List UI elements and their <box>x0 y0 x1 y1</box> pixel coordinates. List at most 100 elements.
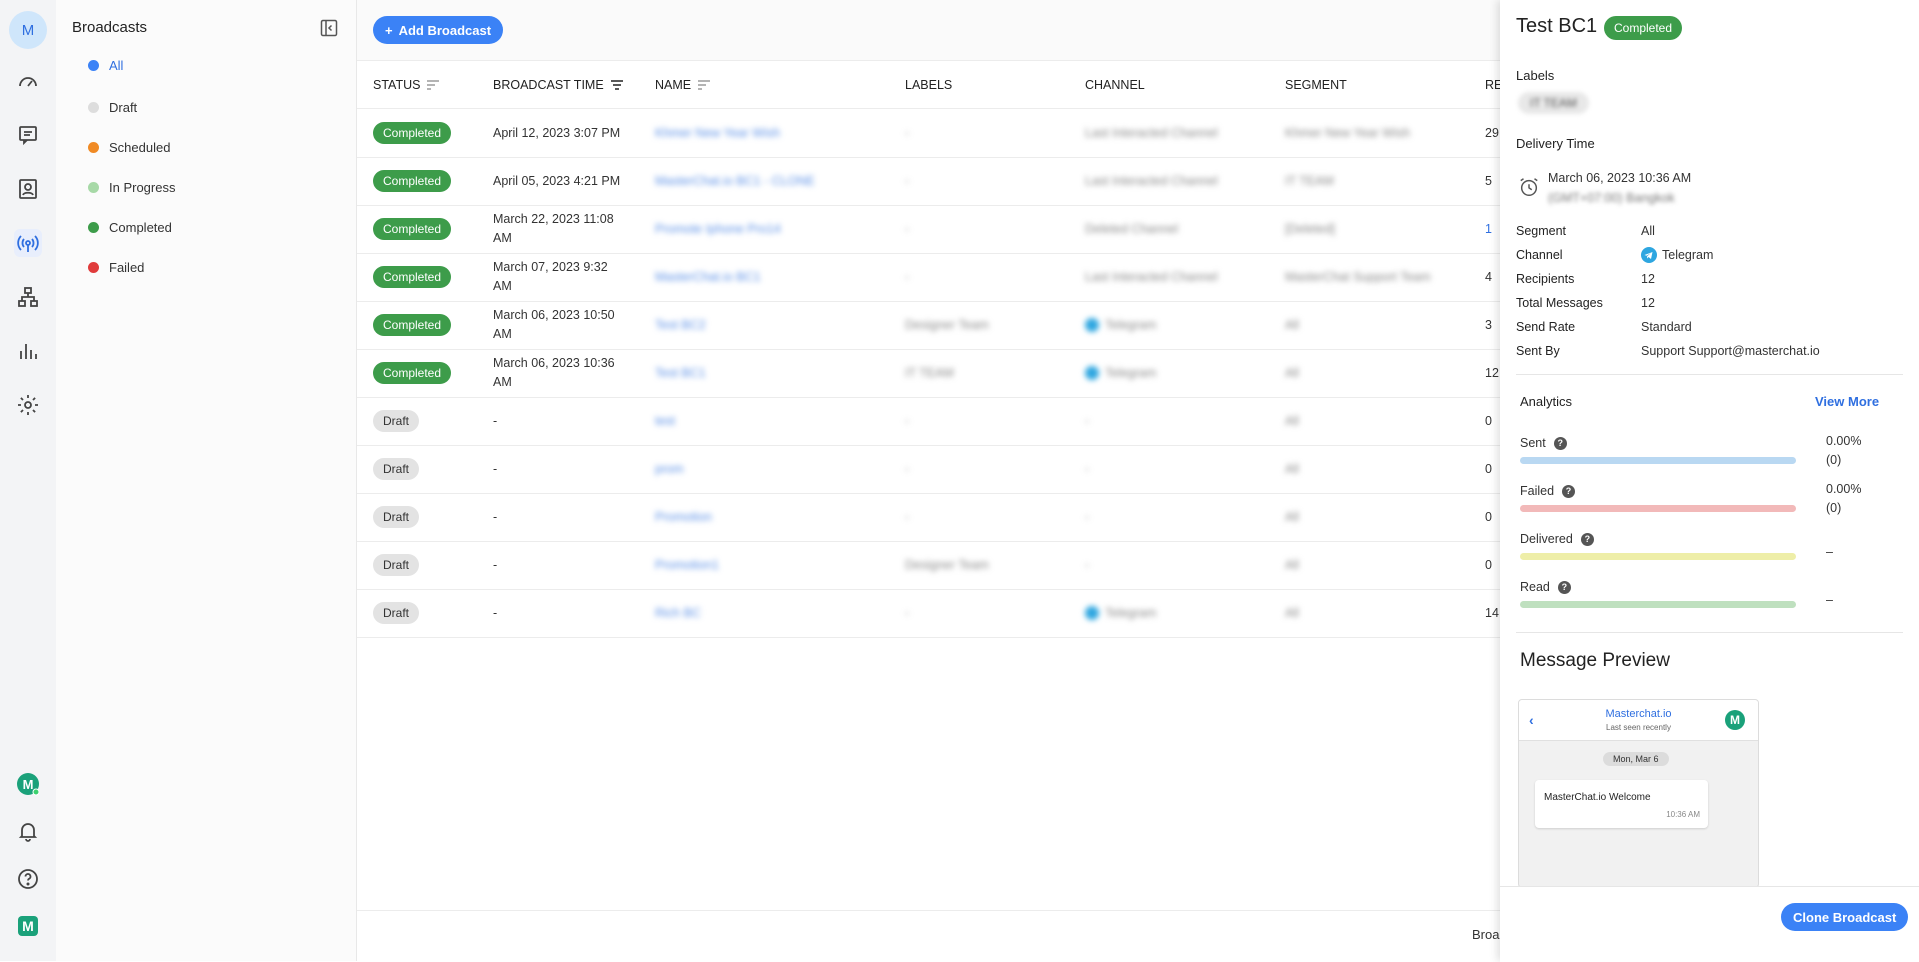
broadcast-channel: Last Interacted Channel <box>1085 270 1218 284</box>
broadcast-name-link[interactable]: MasterChat.io BC1 - CLONE <box>655 157 815 205</box>
broadcast-channel: - <box>1085 414 1090 428</box>
status-badge: Draft <box>373 554 420 576</box>
broadcast-channel: Last Interacted Channel <box>1085 174 1218 188</box>
clone-broadcast-button[interactable]: Clone Broadcast <box>1781 903 1909 931</box>
table-row[interactable]: Completed April 05, 2023 4:21 PM MasterC… <box>357 157 1500 206</box>
broadcast-name-link[interactable]: Test BC1 <box>655 349 706 397</box>
broadcast-name-link[interactable]: Test BC2 <box>655 301 706 349</box>
help-icon[interactable]: ? <box>1580 532 1594 546</box>
workflow-icon[interactable] <box>14 283 42 311</box>
alarm-clock-icon <box>1520 178 1538 196</box>
broadcast-time: March 06, 2023 10:50 AM <box>493 308 615 341</box>
broadcast-labels: - <box>905 510 910 524</box>
message-preview-title: Message Preview <box>1520 650 1670 671</box>
channel-label: Telegram <box>1105 366 1157 380</box>
help-icon[interactable]: ? <box>1562 484 1576 498</box>
table-row[interactable]: Completed April 12, 2023 3:07 PM Khmer N… <box>357 109 1500 158</box>
labels-heading: Labels <box>1516 68 1555 83</box>
filter-all[interactable]: All <box>88 55 123 75</box>
avatar[interactable]: M <box>9 11 47 49</box>
table-header: STATUS BROADCAST TIME NAME LABELS CHANNE… <box>357 62 1502 109</box>
broadcast-channel: Telegram <box>1085 349 1156 397</box>
broadcast-name-link[interactable]: Promote Iphone Pro14 <box>655 205 781 253</box>
column-status[interactable]: STATUS <box>373 62 440 108</box>
status-dot <box>88 101 99 113</box>
filter-label: In Progress <box>109 179 176 195</box>
table-row[interactable]: Completed March 22, 2023 11:08 AM Promot… <box>357 205 1500 254</box>
broadcast-labels: Designer Team <box>905 318 989 332</box>
broadcast-recipients: 3 <box>1485 318 1492 332</box>
filter-draft[interactable]: Draft <box>88 97 137 117</box>
broadcast-labels: - <box>905 126 910 140</box>
table-row[interactable]: Draft - prom - - All 0 <box>357 445 1500 494</box>
dashboard-icon[interactable] <box>14 68 42 96</box>
status-dot <box>88 221 99 233</box>
preview-bot-status: Last seen recently <box>1606 723 1671 732</box>
contacts-icon[interactable] <box>14 175 42 203</box>
broadcast-channel: Deleted Channel <box>1085 222 1179 236</box>
metric-label: Read <box>1520 580 1550 594</box>
broadcast-recipients: 1 <box>1485 222 1492 236</box>
collapse-panel-icon[interactable] <box>320 19 338 37</box>
filter-scheduled[interactable]: Scheduled <box>88 137 170 157</box>
broadcast-labels: - <box>905 462 910 476</box>
analytics-icon[interactable] <box>14 337 42 365</box>
divider <box>1516 632 1903 633</box>
broadcast-name-link[interactable]: Khmer New Year Wish <box>655 109 780 157</box>
sort-icon[interactable] <box>426 80 440 90</box>
broadcast-name-link[interactable]: test <box>655 397 675 445</box>
broadcast-channel: - <box>1085 510 1090 524</box>
broadcast-name-link[interactable]: Promotion1 <box>655 541 719 589</box>
column-label: CHANNEL <box>1085 78 1145 92</box>
sort-icon[interactable] <box>697 80 711 90</box>
broadcast-icon[interactable] <box>14 229 42 257</box>
table-row[interactable]: Draft - test - - All 0 <box>357 397 1500 446</box>
broadcast-labels: Designer Team <box>905 558 989 572</box>
broadcast-name-link[interactable]: prom <box>655 445 683 493</box>
view-more-link[interactable]: View More <box>1815 394 1879 409</box>
settings-gear-icon[interactable] <box>14 391 42 419</box>
column-broadcast-time[interactable]: BROADCAST TIME <box>493 62 624 108</box>
broadcast-labels: - <box>905 222 910 236</box>
chat-icon[interactable] <box>14 121 42 149</box>
table-row[interactable]: Draft - Promotion - - All 0 <box>357 493 1500 542</box>
status-dot <box>88 59 99 71</box>
broadcast-name-link[interactable]: Rich BC <box>655 589 701 637</box>
broadcast-name-link[interactable]: MasterChat.io BC1 <box>655 253 761 301</box>
sort-icon[interactable] <box>610 80 624 90</box>
delivery-heading: Delivery Time <box>1516 136 1595 151</box>
broadcast-detail-panel: Test BC1 Completed Labels IT TEAM Delive… <box>1500 0 1919 962</box>
filter-in-progress[interactable]: In Progress <box>88 177 175 197</box>
broadcast-labels: - <box>905 414 910 428</box>
table-row[interactable]: Completed March 07, 2023 9:32 AM MasterC… <box>357 253 1500 302</box>
preview-message-text: MasterChat.io Welcome <box>1544 792 1651 803</box>
notification-bell-icon[interactable] <box>14 817 42 845</box>
masterchat-status-icon[interactable]: M <box>14 770 42 798</box>
table-row[interactable]: Draft - Rich BC - Telegram All 14 <box>357 589 1500 638</box>
help-icon[interactable] <box>14 865 42 893</box>
status-badge: Completed <box>373 170 452 192</box>
preview-bot-name: Masterchat.io <box>1605 708 1672 720</box>
help-icon[interactable]: ? <box>1557 580 1571 594</box>
status-badge: Completed <box>373 266 452 288</box>
broadcast-time: March 07, 2023 9:32 AM <box>493 260 608 293</box>
broadcast-time: - <box>493 557 498 572</box>
add-broadcast-button[interactable]: + Add Broadcast <box>373 16 504 44</box>
table-row[interactable]: Completed March 06, 2023 10:50 AM Test B… <box>357 301 1500 350</box>
filter-label: Scheduled <box>109 139 171 155</box>
table-row[interactable]: Draft - Promotion1 Designer Team - All 0 <box>357 541 1500 590</box>
masterchat-avatar-icon: M <box>1725 710 1745 730</box>
broadcast-time: - <box>493 605 498 620</box>
column-name[interactable]: NAME <box>655 62 711 108</box>
analytics-title: Analytics <box>1520 394 1573 409</box>
help-icon[interactable]: ? <box>1553 436 1567 450</box>
filter-completed[interactable]: Completed <box>88 217 172 237</box>
total-messages-value: 12 <box>1641 296 1655 310</box>
table-row[interactable]: Completed March 06, 2023 10:36 AM Test B… <box>357 349 1500 398</box>
filter-failed[interactable]: Failed <box>88 257 144 277</box>
nav-title: Broadcasts <box>72 19 148 36</box>
masterchat-logo-icon: M <box>14 912 42 940</box>
metric-count: (0) <box>1826 501 1842 515</box>
broadcast-recipients: 12 <box>1485 366 1499 380</box>
broadcast-name-link[interactable]: Promotion <box>655 493 712 541</box>
